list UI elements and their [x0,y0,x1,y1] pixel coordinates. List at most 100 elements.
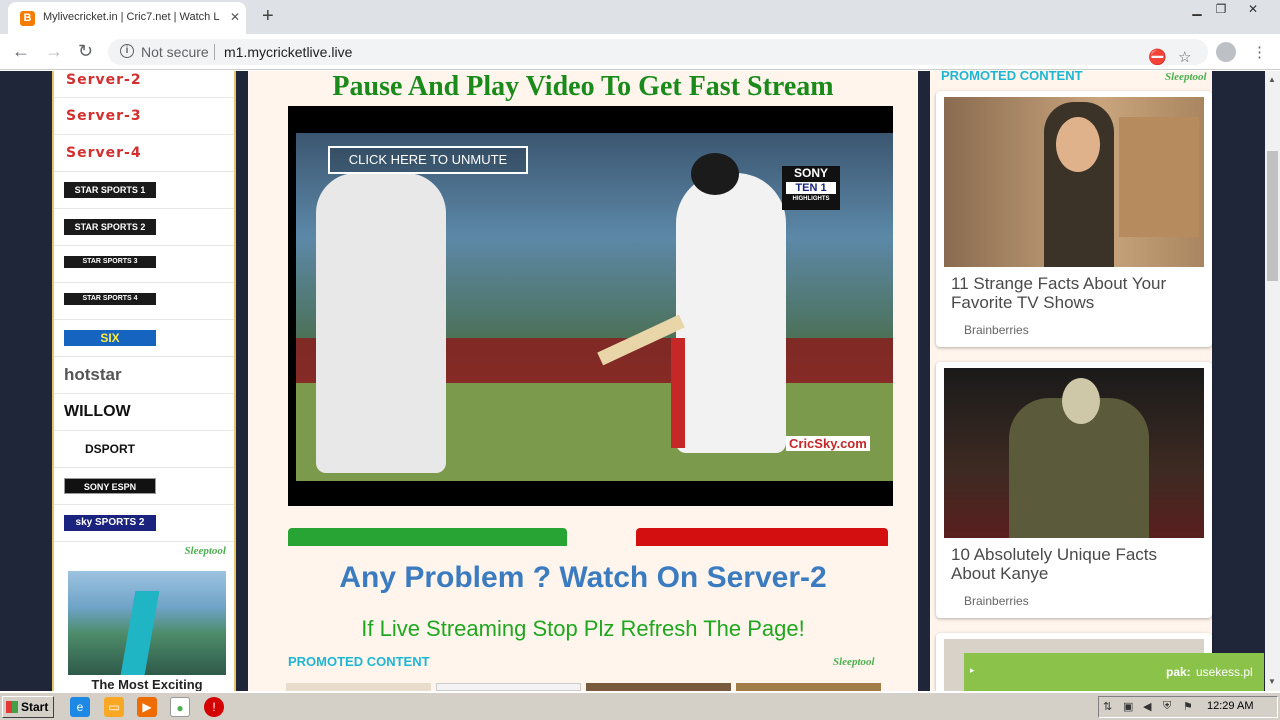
promo-thumb[interactable] [436,683,581,691]
logo-line-1: SONY [793,166,828,180]
left-sidebar: Server-2 Server-3 Server-4 STAR SPORTS 1… [52,71,236,691]
stop-icon[interactable]: ! [204,697,224,717]
blogger-favicon-icon: B [20,11,35,26]
browser-tab[interactable]: B Mylivecricket.in | Cric7.net | Watch L… [8,2,246,34]
tray-monitor-icon[interactable]: ▣ [1123,700,1133,713]
scroll-up-icon[interactable]: ▲ [1268,75,1276,84]
stumps-shape [671,338,685,448]
notification-bar[interactable]: ▸ pak: usekess.pl [964,653,1264,691]
page-title: Pause And Play Video To Get Fast Stream [332,71,834,102]
blocked-popup-icon[interactable]: ⛔ [1148,48,1167,66]
tray-flag-icon[interactable]: ⚑ [1183,700,1193,713]
channel-link-six[interactable]: SIX [54,320,234,357]
star-sports-2-logo: STAR SPORTS 2 [64,219,156,235]
pool-shape [120,591,160,675]
chrome-icon[interactable]: ● [170,697,190,717]
bookmark-star-icon[interactable]: ☆ [1178,48,1191,66]
card-title[interactable]: 11 Strange Facts About Your Favorite TV … [951,274,1201,312]
minimize-icon[interactable]: ▁ [1186,2,1208,16]
card-title[interactable]: 10 Absolutely Unique Facts About Kanye [951,545,1201,583]
server-label: Server-2 [66,72,142,88]
unmute-button[interactable]: CLICK HERE TO UNMUTE [328,146,528,174]
profile-avatar[interactable] [1216,42,1236,62]
promoted-content-label: PROMOTED CONTENT [288,654,430,669]
channel-link-star-sports-2[interactable]: STAR SPORTS 2 [54,209,234,246]
problem-heading[interactable]: Any Problem ? Watch On Server-2 [248,561,918,595]
media-player-icon[interactable]: ▶ [137,697,157,717]
channel-link-dsport[interactable]: DSPORT [54,431,234,468]
channel-link-hotstar[interactable]: hotstar [54,357,234,394]
channel-link-sky-sports-2[interactable]: sky SPORTS 2 [54,505,234,542]
star-sports-1-logo: STAR SPORTS 1 [64,182,156,198]
promoted-content-label: PROMOTED CONTENT [941,71,1083,83]
channel-link-willow[interactable]: WILLOW [54,394,234,431]
logo-line-3: HIGHLIGHTS [792,196,830,202]
menu-kebab-icon[interactable]: ⋮ [1252,43,1267,61]
page-scrollbar[interactable]: ▲ ▼ [1265,71,1280,691]
tray-shield-icon[interactable]: ⛨ [1163,700,1171,713]
promoted-thumbnails [286,683,886,691]
main-content: Pause And Play Video To Get Fast Stream … [248,71,918,691]
channel-link-sony-espn[interactable]: SONY ESPN [54,468,234,505]
restore-icon[interactable]: ❐ [1210,2,1232,16]
red-server-button[interactable] [636,528,888,546]
fielder-figure [316,173,446,473]
card-image[interactable] [944,97,1204,267]
promo-thumb[interactable] [286,683,431,691]
star-sports-3-logo: STAR SPORTS 3 [64,256,156,268]
url-text[interactable]: m1.mycricketlive.live [224,44,352,60]
scroll-thumb[interactable] [1267,151,1278,281]
server-link-4[interactable]: Server-4 [54,135,234,172]
promo-card[interactable]: 11 Strange Facts About Your Favorite TV … [936,91,1212,347]
back-icon[interactable]: ← [12,41,30,62]
clock: 12:29 AM [1207,700,1254,712]
willow-logo: WILLOW [64,402,156,422]
tray-volume-icon[interactable]: ◀ [1143,700,1151,713]
address-bar[interactable]: i Not secure m1.mycricketlive.live ⛔ ☆ [108,39,1208,66]
server-link-3[interactable]: Server-3 [54,98,234,135]
green-server-button[interactable] [288,528,567,546]
dsport-logo: DSPORT [64,441,156,457]
video-frame[interactable]: CLICK HERE TO UNMUTE SONY TEN 1 HIGHLIGH… [296,133,893,481]
window-close-icon[interactable]: ✕ [1242,2,1264,16]
cricsky-watermark: CricSky.com [786,436,870,451]
right-sidebar: PROMOTED CONTENT Sleeptool 11 Strange Fa… [930,71,1212,691]
tab-close-icon[interactable]: ✕ [230,10,240,24]
page-viewport: Server-2 Server-3 Server-4 STAR SPORTS 1… [0,71,1265,691]
notification-value: usekess.pl [1196,665,1253,679]
omnibox-divider [214,44,215,60]
face-shape [1056,117,1100,172]
new-tab-icon[interactable]: + [262,5,274,28]
scroll-down-icon[interactable]: ▼ [1268,677,1276,686]
start-button[interactable]: Start [2,696,54,718]
card-image[interactable] [944,368,1204,538]
server-label: Server-4 [66,145,142,161]
folder-icon[interactable]: ▭ [104,697,124,717]
hotstar-logo: hotstar [64,365,156,385]
server-link-2[interactable]: Server-2 [54,71,234,98]
channel-link-star-sports-1[interactable]: STAR SPORTS 1 [54,172,234,209]
tray-network-icon[interactable]: ⇅ [1103,700,1112,713]
shelf-shape [1119,117,1199,237]
channel-link-star-sports-4[interactable]: STAR SPORTS 4 [54,283,234,320]
channel-link-star-sports-3[interactable]: STAR SPORTS 3 [54,246,234,283]
promo-thumb[interactable] [586,683,731,691]
sleeptool-brand: Sleeptool [1165,71,1207,83]
ad-image [68,571,226,675]
video-player[interactable]: CLICK HERE TO UNMUTE SONY TEN 1 HIGHLIGH… [288,106,893,506]
mask-shape [1062,378,1100,424]
info-icon[interactable]: i [120,44,134,58]
sleeptool-brand: Sleeptool [833,656,875,668]
ad-title: The Most Exciting [91,677,203,691]
reload-icon[interactable]: ↻ [78,41,93,62]
security-label: Not secure [141,44,209,60]
server-label: Server-3 [66,108,142,124]
left-sidebar-ad[interactable]: Sleeptool The Most Exciting [66,543,228,691]
card-source: Brainberries [964,594,1029,608]
sony-ten1-logo: SONY TEN 1 HIGHLIGHTS [782,166,840,210]
expand-arrow-icon[interactable]: ▸ [970,665,975,676]
ie-icon[interactable]: e [70,697,90,717]
promo-card[interactable]: 10 Absolutely Unique Facts About Kanye B… [936,362,1212,618]
promo-thumb[interactable] [736,683,881,691]
forward-icon[interactable]: → [45,41,63,62]
